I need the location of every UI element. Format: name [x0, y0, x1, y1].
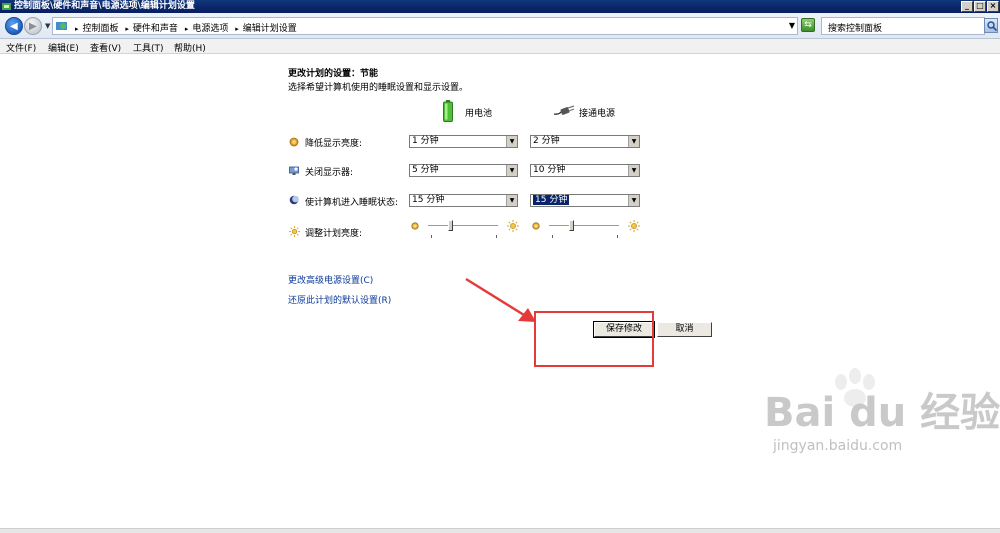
- setting-label-dim-display: 降低显示亮度:: [305, 139, 363, 149]
- sleep-moon-icon: [289, 195, 299, 205]
- menu-bar: 文件(F) 编辑(E) 查看(V) 工具(T) 帮助(H): [0, 39, 1000, 54]
- dropdown-arrow-icon: ▼: [506, 165, 517, 176]
- maximize-button[interactable]: □: [974, 1, 986, 12]
- slider-tick: [552, 235, 553, 238]
- breadcrumb: ▸ 控制面板 ▸ 硬件和声音 ▸ 电源选项 ▸ 编辑计划设置: [71, 21, 297, 34]
- breadcrumb-item[interactable]: 控制面板: [83, 24, 119, 34]
- turn-off-display-battery-select[interactable]: 5 分钟 ▼: [409, 164, 518, 177]
- forward-button[interactable]: ▶: [24, 17, 42, 35]
- selected-value: 15 分钟: [412, 195, 445, 205]
- back-arrow-icon: ◀: [10, 21, 18, 32]
- control-panel-icon: [56, 22, 67, 30]
- sleep-battery-select[interactable]: 15 分钟 ▼: [409, 194, 518, 207]
- dropdown-arrow-icon: ▼: [628, 165, 639, 176]
- chevron-right-icon: ▸: [125, 25, 129, 33]
- cancel-button[interactable]: 取消: [657, 322, 712, 337]
- search-icon: [987, 21, 997, 31]
- setting-label-sleep: 使计算机进入睡眠状态:: [305, 198, 399, 208]
- slider-tick: [431, 235, 432, 238]
- selected-value: 1 分钟: [412, 136, 439, 146]
- dim-display-battery-select[interactable]: 1 分钟 ▼: [409, 135, 518, 148]
- search-input[interactable]: 搜索控制面板: [821, 17, 985, 35]
- dropdown-arrow-icon: ▼: [628, 195, 639, 206]
- address-dropdown-icon[interactable]: ▼: [789, 21, 795, 30]
- advanced-power-settings-link[interactable]: 更改高级电源设置(C): [288, 273, 373, 286]
- chevron-right-icon: ▸: [184, 25, 189, 33]
- refresh-button[interactable]: ⇆: [801, 18, 815, 32]
- power-plug-icon: [553, 105, 575, 115]
- slider-thumb[interactable]: [447, 220, 453, 231]
- selected-value: 2 分钟: [533, 136, 560, 146]
- close-button[interactable]: ×: [987, 1, 999, 12]
- back-button[interactable]: ◀: [5, 17, 23, 35]
- breadcrumb-item[interactable]: 电源选项: [192, 24, 228, 34]
- recent-pages-dropdown-icon[interactable]: ▼: [45, 22, 50, 30]
- window-title: 控制面板\硬件和声音\电源选项\编辑计划设置: [14, 1, 195, 11]
- brightness-low-icon: [532, 222, 540, 230]
- dropdown-arrow-icon: ▼: [506, 136, 517, 147]
- column-header-plugged-in: 接通电源: [579, 109, 616, 119]
- search-button[interactable]: [984, 18, 998, 33]
- brightness-sun-icon: [289, 226, 300, 237]
- annotation-arrow: [465, 277, 536, 322]
- restore-defaults-link[interactable]: 还原此计划的默认设置(R): [288, 293, 391, 306]
- page-subtitle: 选择希望计算机使用的睡眠设置和显示设置。: [288, 83, 469, 93]
- minimize-button[interactable]: _: [961, 1, 973, 12]
- search-placeholder: 搜索控制面板: [828, 24, 883, 34]
- selected-value: 10 分钟: [533, 165, 566, 175]
- window: 控制面板\硬件和声音\电源选项\编辑计划设置 _ □ × ◀ ▶ ▼ ▸ 控制面板…: [0, 0, 1000, 533]
- brightness-low-icon: [411, 222, 419, 230]
- menu-help[interactable]: 帮助(H): [174, 41, 206, 54]
- annotation-highlight-box: [534, 311, 654, 367]
- breadcrumb-item[interactable]: 编辑计划设置: [243, 24, 297, 34]
- turn-off-display-plugged-select[interactable]: 10 分钟 ▼: [530, 164, 640, 177]
- slider-track: [549, 225, 619, 227]
- selected-value: 5 分钟: [412, 165, 439, 175]
- setting-label-turn-off-display: 关闭显示器:: [305, 168, 354, 178]
- column-header-battery: 用电池: [465, 109, 493, 119]
- dim-display-icon: [289, 137, 299, 147]
- selected-value: 15 分钟: [533, 195, 570, 205]
- dropdown-arrow-icon: ▼: [506, 195, 517, 206]
- monitor-off-icon: [289, 166, 299, 175]
- menu-view[interactable]: 查看(V): [90, 41, 121, 54]
- brightness-high-icon: [507, 220, 519, 232]
- setting-label-brightness: 调整计划亮度:: [305, 229, 363, 239]
- sleep-plugged-select[interactable]: 15 分钟 ▼: [530, 194, 640, 207]
- menu-edit[interactable]: 编辑(E): [48, 41, 79, 54]
- menu-tools[interactable]: 工具(T): [133, 41, 164, 54]
- brightness-high-icon: [628, 220, 640, 232]
- chevron-right-icon: ▸: [235, 25, 239, 33]
- page-title: 更改计划的设置：节能: [288, 69, 379, 79]
- battery-icon: [443, 100, 453, 122]
- status-bar: [0, 528, 1000, 533]
- slider-tick: [496, 235, 497, 238]
- slider-track: [428, 225, 498, 227]
- breadcrumb-item[interactable]: 硬件和声音: [133, 24, 178, 34]
- slider-tick: [617, 235, 618, 238]
- watermark-url: jingyan.baidu.com: [773, 438, 903, 454]
- control-panel-icon: [2, 3, 11, 10]
- chevron-right-icon: ▸: [75, 25, 79, 33]
- title-bar: 控制面板\硬件和声音\电源选项\编辑计划设置 _ □ ×: [0, 0, 1000, 13]
- dim-display-plugged-select[interactable]: 2 分钟 ▼: [530, 135, 640, 148]
- forward-arrow-icon: ▶: [29, 21, 37, 32]
- address-toolbar: ◀ ▶ ▼ ▸ 控制面板 ▸ 硬件和声音 ▸ 电源选项 ▸ 编辑计划设置 ▼ ⇆ 搜索控…: [0, 13, 1000, 39]
- refresh-icon: ⇆: [804, 20, 812, 30]
- slider-thumb[interactable]: [568, 220, 574, 231]
- dropdown-arrow-icon: ▼: [628, 136, 639, 147]
- watermark-text: Bai du 经验: [764, 390, 1000, 436]
- address-box[interactable]: ▸ 控制面板 ▸ 硬件和声音 ▸ 电源选项 ▸ 编辑计划设置 ▼: [52, 17, 798, 35]
- menu-file[interactable]: 文件(F): [6, 41, 36, 54]
